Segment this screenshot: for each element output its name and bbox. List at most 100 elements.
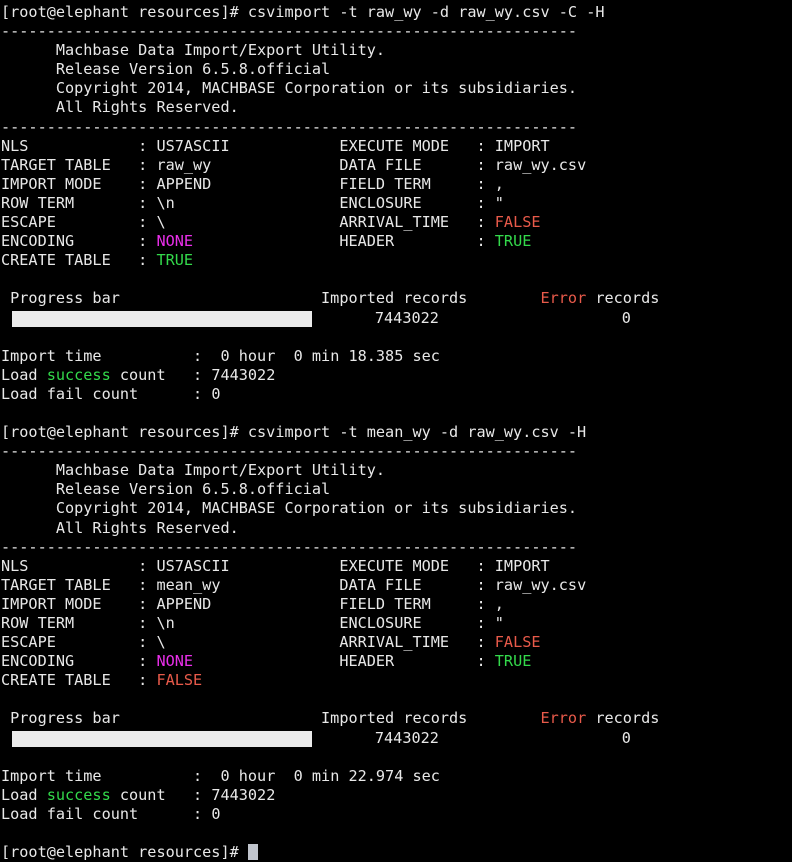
command-line-1[interactable]: [root@elephant resources]# csvimport -t … [0, 3, 792, 22]
error-records-label-error: Error [540, 289, 587, 308]
error-records-value: 0 [438, 308, 631, 327]
command-text: csvimport -t raw_wy -d raw_wy.csv -C -H [247, 3, 605, 21]
spacer-before-progress-2 [0, 690, 792, 709]
imported-records-label: Imported records [321, 709, 468, 728]
separator-mid-1: ----------------------------------------… [0, 118, 792, 137]
banner-text: All Rights Reserved. [1, 518, 239, 537]
param-value: APPEND [156, 594, 340, 613]
param-key: EXECUTE MODE [339, 136, 477, 155]
imported-records-value: 7443022 [301, 308, 439, 327]
progress-bar-label: Progress bar [1, 289, 322, 308]
param-colon: : [476, 575, 495, 594]
load-success-colon: : [193, 785, 212, 804]
progress-values-row: 7443022 0 [0, 729, 792, 748]
final-prompt-line[interactable]: [root@elephant resources]# [0, 843, 792, 862]
param-key: DATA FILE [339, 155, 477, 174]
param-row: ROW TERM : \n ENCLOSURE : " [0, 194, 792, 213]
param-row: NLS : US7ASCII EXECUTE MODE : IMPORT [0, 557, 792, 576]
text-cursor [247, 844, 258, 861]
separator-mid-2: ----------------------------------------… [0, 538, 792, 557]
param-key: HEADER [339, 232, 477, 251]
load-fail-label: Load fail count [1, 384, 194, 403]
param-value: IMPORT [494, 136, 550, 155]
spacer-after-summary-2 [0, 824, 792, 843]
param-value: TRUE [494, 232, 532, 251]
counts-spacer [0, 729, 302, 747]
progress-counts: 7443022 0 [0, 729, 631, 748]
param-row: ENCODING : NONE HEADER : TRUE [0, 652, 792, 671]
param-value: FALSE [494, 633, 541, 652]
imported-records-label: Imported records [321, 289, 468, 308]
progress-header-row: Progress bar Imported records Error reco… [0, 289, 792, 308]
param-row: ENCODING : NONE HEADER : TRUE [0, 232, 792, 251]
separator-top-1: ----------------------------------------… [0, 22, 792, 41]
param-colon: : [138, 193, 157, 212]
progress-header-row: Progress bar Imported records Error reco… [0, 709, 792, 728]
error-records-label-error: Error [540, 709, 587, 728]
param-key: ROW TERM [1, 193, 139, 212]
separator-rule: ----------------------------------------… [1, 117, 578, 136]
param-key: FIELD TERM [339, 174, 477, 193]
command-text: csvimport -t mean_wy -d raw_wy.csv -H [247, 423, 587, 442]
param-value: NONE [156, 652, 340, 671]
param-key: ESCAPE [1, 633, 139, 652]
param-colon: : [476, 614, 495, 632]
shell-prompt: [root@elephant resources]# [1, 3, 248, 21]
param-value: , [494, 174, 504, 193]
param-key: FIELD TERM [339, 594, 477, 613]
load-success-suffix: count [110, 365, 194, 384]
param-value: \ [156, 633, 340, 652]
progress-gap [467, 289, 540, 307]
banner-line-2-1: Machbase Data Import/Export Utility. [0, 461, 792, 480]
import-time-row: Import time : 0 hour 0 min 18.385 sec [0, 347, 792, 366]
param-key: ENCLOSURE [339, 193, 477, 212]
load-success-word: success [46, 365, 111, 384]
param-row: TARGET TABLE : raw_wy DATA FILE : raw_wy… [0, 156, 792, 175]
param-key: TARGET TABLE [1, 155, 139, 174]
param-key: ENCODING [1, 652, 139, 671]
banner-text: Release Version 6.5.8.official [1, 60, 331, 79]
param-value: raw_wy.csv [494, 575, 587, 594]
param-key: TARGET TABLE [1, 575, 139, 594]
param-colon: : [138, 671, 157, 690]
load-success-row: Load success count : 7443022 [0, 786, 792, 805]
import-time-label: Import time [1, 346, 194, 365]
banner-text: All Rights Reserved. [1, 98, 239, 117]
param-value: IMPORT [494, 556, 550, 575]
param-row: ROW TERM : \n ENCLOSURE : " [0, 614, 792, 633]
command-line-2[interactable]: [root@elephant resources]# csvimport -t … [0, 423, 792, 442]
banner-line-2-4: All Rights Reserved. [0, 519, 792, 538]
banner-line-1-3: Copyright 2014, MACHBASE Corporation or … [0, 79, 792, 98]
banner-text: Copyright 2014, MACHBASE Corporation or … [1, 79, 578, 98]
param-key: ENCLOSURE [339, 614, 477, 632]
param-colon: : [138, 556, 157, 575]
param-colon: : [138, 232, 157, 251]
param-key: IMPORT MODE [1, 174, 139, 193]
param-key: HEADER [339, 652, 477, 671]
param-row: NLS : US7ASCII EXECUTE MODE : IMPORT [0, 137, 792, 156]
counts-spacer [0, 309, 302, 327]
param-key: CREATE TABLE [1, 671, 139, 690]
param-value: APPEND [156, 174, 340, 193]
shell-prompt: [root@elephant resources]# [1, 843, 248, 862]
load-success-value: 7443022 [211, 365, 276, 384]
param-value: " [494, 193, 504, 212]
error-records-label-rest: records [586, 709, 660, 728]
param-value: \n [156, 193, 340, 212]
param-key: ESCAPE [1, 213, 139, 232]
terminal-screen[interactable]: [root@elephant resources]# csvimport -t … [0, 0, 792, 862]
separator-top-2: ----------------------------------------… [0, 442, 792, 461]
param-colon: : [476, 155, 495, 174]
banner-line-2-2: Release Version 6.5.8.official [0, 480, 792, 499]
load-success-value: 7443022 [211, 785, 276, 804]
spacer-after-progress-2 [0, 748, 792, 767]
param-row: IMPORT MODE : APPEND FIELD TERM : , [0, 175, 792, 194]
load-success-word: success [46, 785, 111, 804]
param-key: DATA FILE [339, 575, 477, 594]
imported-records-value: 7443022 [301, 728, 439, 747]
param-colon: : [138, 136, 157, 155]
param-value: raw_wy [156, 155, 340, 174]
load-fail-colon: : [193, 384, 212, 403]
banner-line-1-2: Release Version 6.5.8.official [0, 60, 792, 79]
banner-text: Release Version 6.5.8.official [1, 480, 331, 499]
